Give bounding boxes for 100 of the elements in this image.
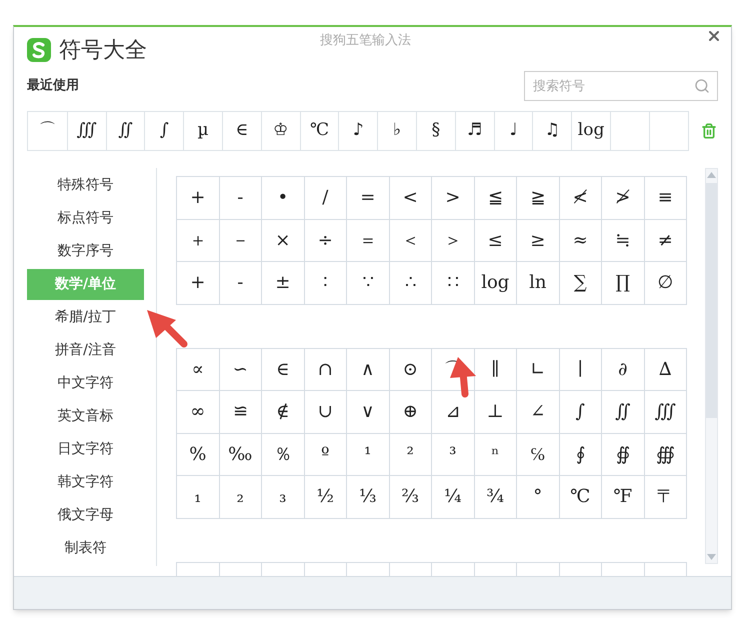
symbol-cell[interactable]: °: [517, 476, 560, 518]
symbol-cell[interactable]: ≦: [474, 177, 517, 220]
symbol-cell[interactable]: ℉: [602, 476, 644, 518]
symbol-cell[interactable]: ≡: [644, 177, 687, 220]
symbol-cell[interactable]: ±: [262, 262, 304, 304]
symbol-cell[interactable]: ≧: [517, 177, 560, 220]
symbol-cell[interactable]: ∉: [262, 391, 304, 434]
symbol-cell[interactable]: ∧: [347, 348, 390, 391]
symbol-cell[interactable]: ∷: [432, 262, 474, 304]
symbol-cell[interactable]: 〒: [644, 476, 687, 518]
symbol-cell[interactable]: ∂: [602, 348, 644, 391]
symbol-cell[interactable]: ∅: [644, 262, 687, 304]
symbol-cell[interactable]: ÷: [304, 220, 347, 262]
symbol-cell[interactable]: ∽: [220, 348, 262, 391]
symbol-cell[interactable]: º: [304, 434, 347, 476]
symbol-cell[interactable]: +: [177, 262, 220, 304]
symbol-cell[interactable]: ∴: [390, 262, 432, 304]
category-tab[interactable]: 制表符: [27, 533, 144, 564]
category-tab[interactable]: 拼音/注音: [27, 335, 144, 366]
symbol-cell[interactable]: ≤: [474, 220, 517, 262]
delete-button[interactable]: [700, 123, 717, 139]
symbol-cell[interactable]: ≈: [560, 220, 602, 262]
symbol-cell[interactable]: ₁: [177, 476, 220, 518]
category-tab[interactable]: 韩文字符: [27, 467, 144, 498]
symbol-cell[interactable]: ≮: [560, 177, 602, 220]
category-tab[interactable]: 特殊符号: [27, 170, 144, 201]
symbol-cell[interactable]: ℅: [517, 434, 560, 476]
symbol-cell[interactable]: ∞: [177, 391, 220, 434]
symbol-cell[interactable]: ＝: [347, 220, 390, 262]
symbol-cell[interactable]: ∏: [602, 262, 644, 304]
symbol-cell[interactable]: ∯: [602, 434, 644, 476]
symbol-cell[interactable]: ½: [304, 476, 347, 518]
symbol-cell[interactable]: ∫: [560, 391, 602, 434]
symbol-cell[interactable]: ⅔: [390, 476, 432, 518]
symbol-cell[interactable]: ≌: [220, 391, 262, 434]
symbol-cell[interactable]: -: [220, 262, 262, 304]
symbol-cell[interactable]: ¾: [474, 476, 517, 518]
symbol-cell[interactable]: -: [220, 177, 262, 220]
symbol-cell[interactable]: ≠: [644, 220, 687, 262]
symbol-cell[interactable]: ∮: [560, 434, 602, 476]
symbol-cell[interactable]: ∠: [517, 391, 560, 434]
symbol-cell[interactable]: log: [474, 262, 517, 304]
symbol-cell[interactable]: ¹: [347, 434, 390, 476]
symbol-cell[interactable]: ≥: [517, 220, 560, 262]
symbol-cell[interactable]: ∵: [347, 262, 390, 304]
symbol-cell[interactable]: ₂: [220, 476, 262, 518]
symbol-cell[interactable]: ＞: [432, 220, 474, 262]
search-field[interactable]: 搜索符号: [524, 71, 718, 101]
symbol-cell[interactable]: ∑: [560, 262, 602, 304]
category-tab[interactable]: 英文音标: [27, 401, 144, 432]
symbol-cell[interactable]: ≯: [602, 177, 644, 220]
category-tab[interactable]: 标点符号: [27, 203, 144, 234]
symbol-cell[interactable]: %: [177, 434, 220, 476]
symbol-cell[interactable]: ∨: [347, 391, 390, 434]
symbol-cell[interactable]: ⁿ: [474, 434, 517, 476]
symbol-cell[interactable]: ∰: [644, 434, 687, 476]
scrollbar[interactable]: [705, 168, 718, 564]
symbol-cell[interactable]: =: [347, 177, 390, 220]
category-tab[interactable]: 日文字符: [27, 434, 144, 465]
symbol-cell[interactable]: ∬: [602, 391, 644, 434]
symbol-cell[interactable]: >: [432, 177, 474, 220]
symbol-cell[interactable]: ²: [390, 434, 432, 476]
section-title: 最近使用: [27, 77, 79, 96]
symbol-cell[interactable]: ∟: [517, 348, 560, 391]
symbol-cell[interactable]: ⊥: [474, 391, 517, 434]
symbol-cell[interactable]: ≒: [602, 220, 644, 262]
symbol-cell[interactable]: ¼: [432, 476, 474, 518]
category-tab[interactable]: 中文字符: [27, 368, 144, 399]
symbol-cell[interactable]: ∝: [177, 348, 220, 391]
symbol-cell[interactable]: ×: [262, 220, 304, 262]
symbol-cell[interactable]: ＜: [390, 220, 432, 262]
symbol-cell[interactable]: /: [304, 177, 347, 220]
scrollbar-thumb[interactable]: [706, 183, 717, 418]
symbol-cell[interactable]: ∭: [644, 391, 687, 434]
symbol-cell[interactable]: －: [220, 220, 262, 262]
symbol-cell[interactable]: ₃: [262, 476, 304, 518]
category-tab[interactable]: 希腊/拉丁: [27, 302, 144, 333]
symbol-cell[interactable]: ％: [262, 434, 304, 476]
symbol-cell[interactable]: ⊕: [390, 391, 432, 434]
symbol-cell[interactable]: ⊿: [432, 391, 474, 434]
symbol-cell[interactable]: ⊙: [390, 348, 432, 391]
symbol-cell[interactable]: ∈: [262, 348, 304, 391]
symbol-cell[interactable]: ³: [432, 434, 474, 476]
symbol-cell[interactable]: <: [390, 177, 432, 220]
symbol-cell[interactable]: ∶: [304, 262, 347, 304]
symbol-cell[interactable]: +: [177, 177, 220, 220]
symbol-cell[interactable]: ℃: [560, 476, 602, 518]
symbol-cell[interactable]: ＋: [177, 220, 220, 262]
symbol-cell[interactable]: •: [262, 177, 304, 220]
category-tab[interactable]: 数字序号: [27, 236, 144, 267]
symbol-cell[interactable]: ln: [517, 262, 560, 304]
symbol-cell[interactable]: ∪: [304, 391, 347, 434]
symbol-cell[interactable]: ∆: [644, 348, 687, 391]
symbol-cell[interactable]: ∣: [560, 348, 602, 391]
symbol-cell[interactable]: ∩: [304, 348, 347, 391]
search-icon: [694, 78, 710, 94]
symbol-cell[interactable]: ∥: [474, 348, 517, 391]
category-tab[interactable]: 俄文字母: [27, 500, 144, 531]
symbol-cell[interactable]: ⅓: [347, 476, 390, 518]
symbol-cell[interactable]: ‰: [220, 434, 262, 476]
